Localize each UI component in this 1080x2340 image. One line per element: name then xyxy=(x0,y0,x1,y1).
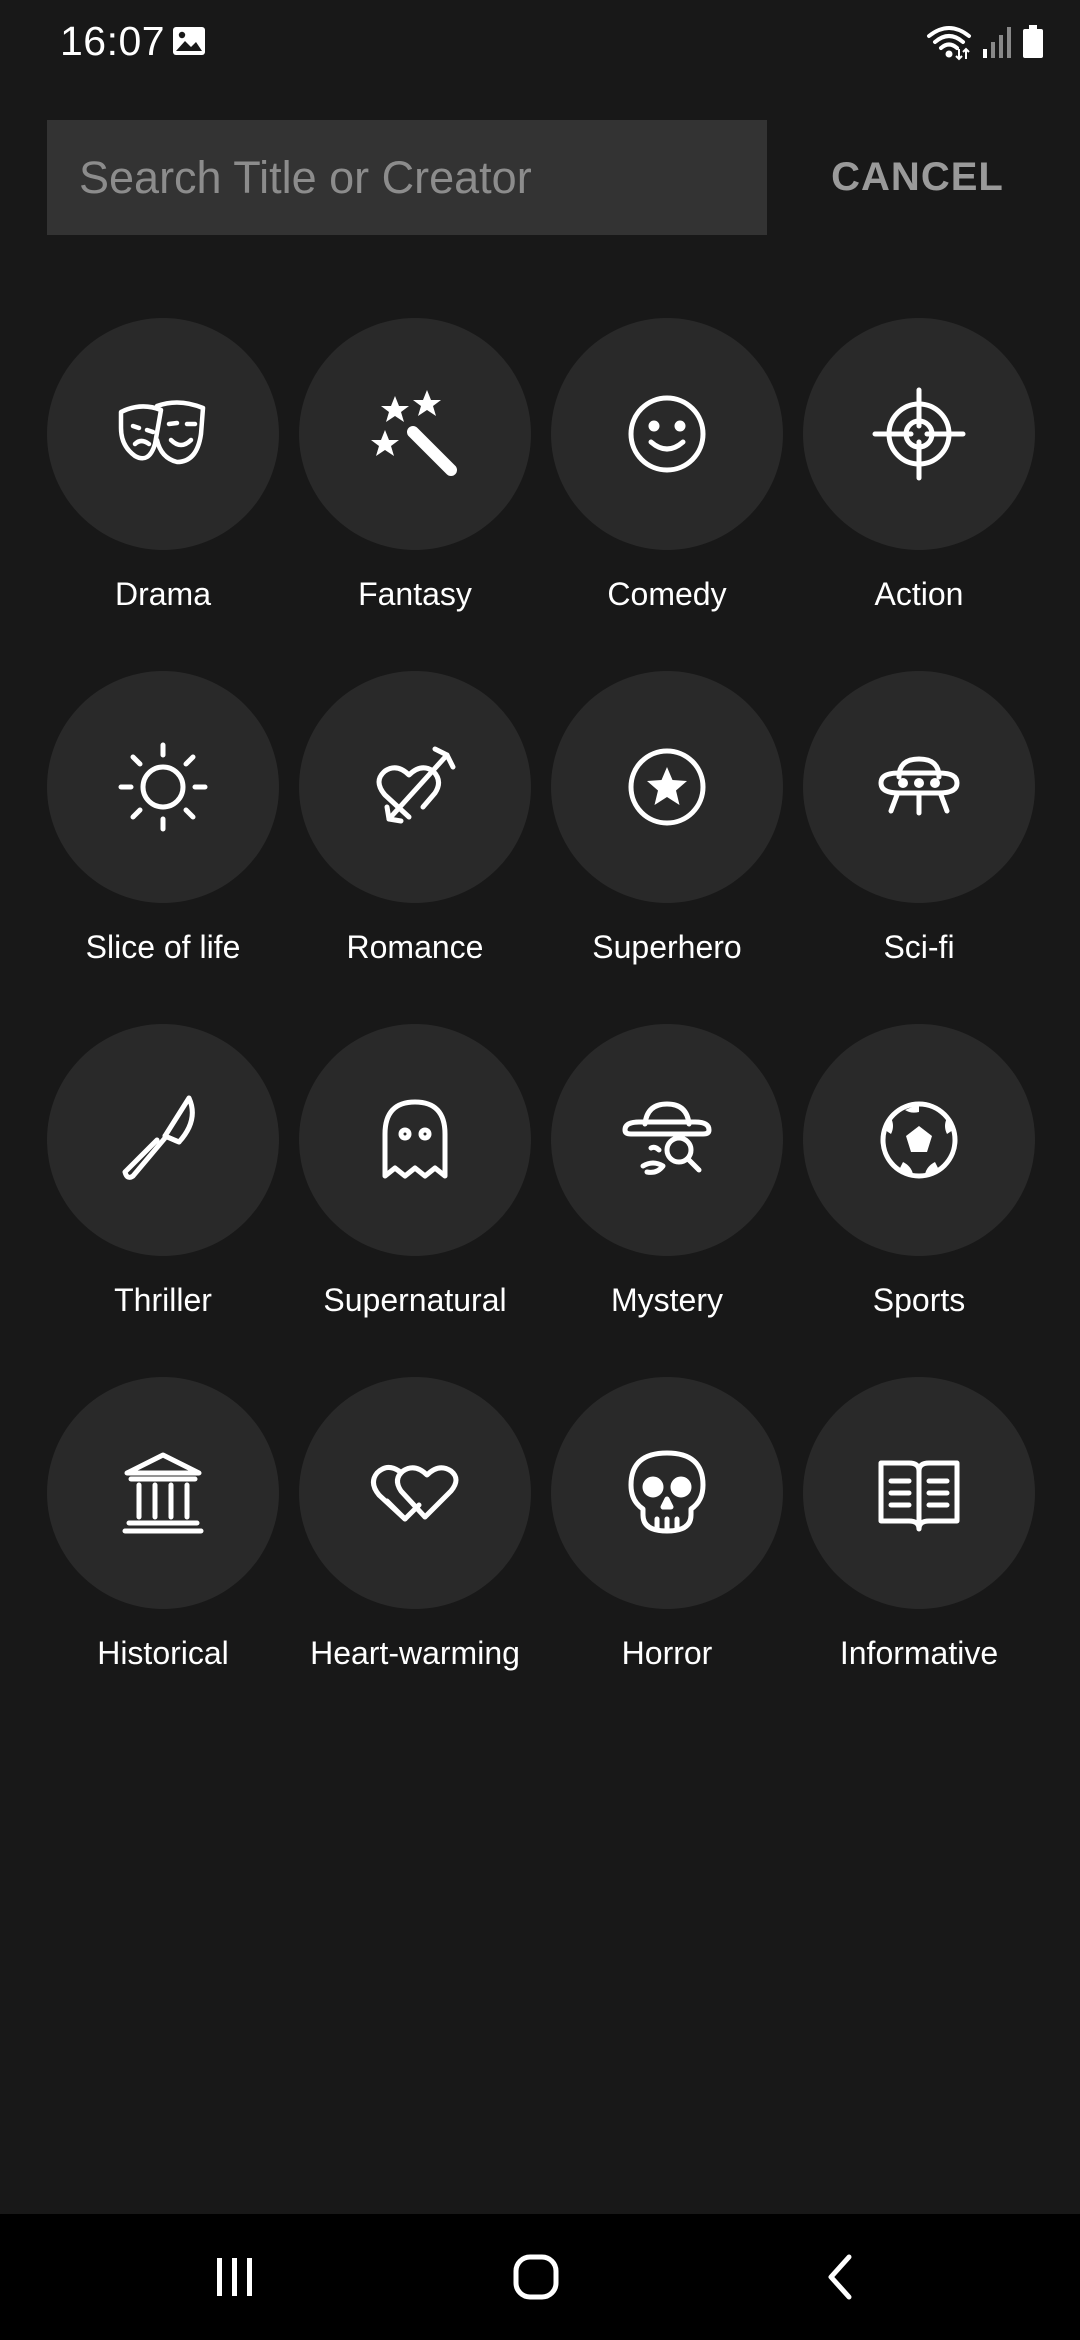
detective-icon xyxy=(622,1101,712,1175)
genre-tile-horror[interactable]: Horror xyxy=(541,1377,793,1697)
genre-tile-mystery[interactable]: Mystery xyxy=(541,1024,793,1344)
genre-icon-circle xyxy=(299,1024,531,1256)
signal-icon xyxy=(983,27,1011,58)
drama-masks-icon xyxy=(118,400,206,465)
two-hearts-icon xyxy=(371,1465,459,1522)
genre-icon-circle xyxy=(803,1377,1035,1609)
genre-tile-supernatural[interactable]: Supernatural xyxy=(289,1024,541,1344)
crosshair-icon xyxy=(872,387,966,481)
wifi-icon xyxy=(927,26,971,61)
battery-icon xyxy=(1023,25,1043,58)
genre-tile-romance[interactable]: Romance xyxy=(289,671,541,991)
ufo-icon xyxy=(878,756,960,816)
pillared-building-icon xyxy=(122,1452,204,1534)
back-icon xyxy=(828,2254,852,2300)
genre-label: Superhero xyxy=(592,929,742,965)
genre-icon-circle xyxy=(551,1377,783,1609)
back-button[interactable] xyxy=(760,2214,920,2340)
genre-icon-circle xyxy=(803,671,1035,903)
genre-label: Heart-warming xyxy=(310,1635,520,1671)
genre-icon-circle xyxy=(299,318,531,550)
search-input[interactable] xyxy=(79,151,735,204)
genre-label: Supernatural xyxy=(323,1282,507,1318)
genre-icon-circle xyxy=(299,671,531,903)
genre-label: Sports xyxy=(872,1282,966,1318)
genre-tile-superhero[interactable]: Superhero xyxy=(541,671,793,991)
genre-label: Thriller xyxy=(114,1282,212,1318)
genre-label: Horror xyxy=(621,1635,713,1671)
genre-tile-historical[interactable]: Historical xyxy=(37,1377,289,1697)
open-book-icon xyxy=(878,1460,960,1532)
knife-icon xyxy=(122,1095,195,1180)
genre-icon-circle xyxy=(47,671,279,903)
genre-icon-circle xyxy=(47,318,279,550)
sun-icon xyxy=(118,742,208,832)
system-nav-bar xyxy=(0,2214,1080,2340)
genre-tile-sports[interactable]: Sports xyxy=(793,1024,1045,1344)
genre-label: Fantasy xyxy=(358,576,472,612)
recent-apps-icon xyxy=(217,2258,252,2296)
genre-label: Sci-fi xyxy=(883,929,955,965)
recent-apps-button[interactable] xyxy=(155,2214,315,2340)
status-bar: 16:07 xyxy=(0,0,1080,86)
home-icon xyxy=(513,2254,559,2300)
genre-icon-circle xyxy=(551,1024,783,1256)
genre-label: Action xyxy=(874,576,964,612)
genre-icon-circle xyxy=(803,318,1035,550)
genre-icon-circle xyxy=(47,1377,279,1609)
genre-tile-informative[interactable]: Informative xyxy=(793,1377,1045,1697)
genre-label: Drama xyxy=(114,576,211,612)
genre-label: Slice of life xyxy=(85,929,241,965)
magic-wand-icon xyxy=(371,390,457,476)
genre-label: Comedy xyxy=(607,576,727,612)
genre-tile-heart-warming[interactable]: Heart-warming xyxy=(289,1377,541,1697)
genre-label: Mystery xyxy=(611,1282,723,1318)
genre-icon-circle xyxy=(551,671,783,903)
smiley-face-icon xyxy=(628,395,706,473)
search-box[interactable] xyxy=(47,120,767,235)
skull-icon xyxy=(628,1450,706,1534)
status-icons xyxy=(926,22,1044,62)
genre-icon-circle xyxy=(551,318,783,550)
genre-label: Romance xyxy=(346,929,484,965)
genre-label: Historical xyxy=(97,1635,229,1671)
cancel-button[interactable]: CANCEL xyxy=(800,120,1035,235)
genre-tile-sci-fi[interactable]: Sci-fi xyxy=(793,671,1045,991)
soccer-ball-icon xyxy=(880,1101,958,1179)
genre-tile-action[interactable]: Action xyxy=(793,318,1045,638)
home-button[interactable] xyxy=(456,2214,616,2340)
genre-tile-thriller[interactable]: Thriller xyxy=(37,1024,289,1344)
ghost-icon xyxy=(382,1099,448,1179)
search-row: CANCEL xyxy=(0,120,1080,235)
star-circle-icon xyxy=(628,748,706,826)
status-time: 16:07 xyxy=(60,18,166,64)
genre-tile-drama[interactable]: Drama xyxy=(37,318,289,638)
heart-arrow-icon xyxy=(376,746,456,824)
genre-icon-circle xyxy=(299,1377,531,1609)
genre-tile-fantasy[interactable]: Fantasy xyxy=(289,318,541,638)
genre-icon-circle xyxy=(803,1024,1035,1256)
genre-tile-comedy[interactable]: Comedy xyxy=(541,318,793,638)
genre-icon-circle xyxy=(47,1024,279,1256)
gallery-notification-icon xyxy=(173,27,205,55)
genre-tile-slice-of-life[interactable]: Slice of life xyxy=(37,671,289,991)
genre-label: Informative xyxy=(839,1635,999,1671)
